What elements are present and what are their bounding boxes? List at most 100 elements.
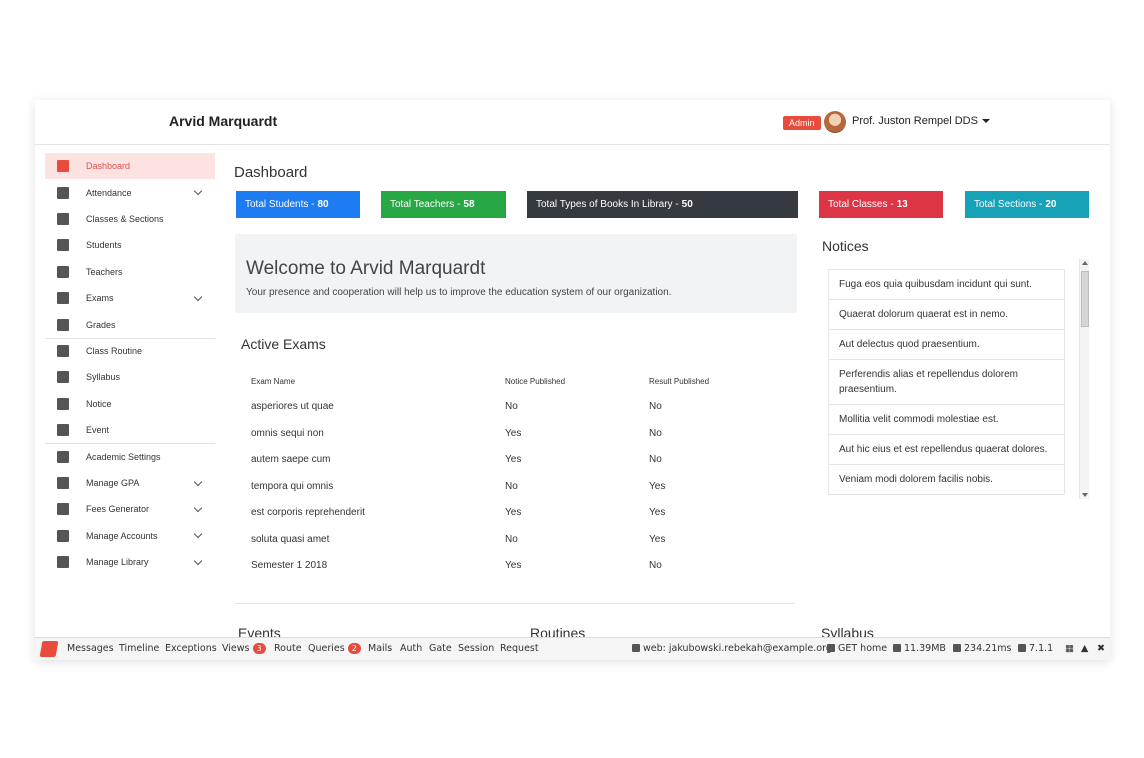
share-icon (827, 644, 835, 652)
library-icon (57, 556, 69, 569)
notice-item[interactable]: Perferendis alias et repellendus dolorem… (828, 360, 1065, 405)
sidebar-item-syllabus[interactable]: Syllabus (45, 364, 215, 390)
debug-memory-text: 11.39MB (904, 643, 946, 654)
stat-value: 50 (681, 199, 693, 210)
sidebar-item-dashboard[interactable]: Dashboard (45, 153, 215, 180)
debug-memory[interactable]: 11.39MB (893, 643, 946, 654)
notices-list[interactable]: Fuga eos quia quibusdam incidunt qui sun… (828, 269, 1088, 501)
table-row: est corporis reprehenderit Yes Yes (251, 507, 781, 527)
result-published: Yes (649, 481, 666, 492)
sidebar-item-label: Class Routine (86, 346, 143, 357)
debugbar-logo-icon[interactable] (39, 641, 59, 657)
close-icon[interactable]: ✖ (1097, 643, 1105, 654)
sidebar-item-attendance[interactable]: Attendance (45, 179, 215, 205)
book-icon (57, 212, 69, 225)
notice-item[interactable]: Quaerat dolorum quaerat est in nemo. (828, 300, 1065, 330)
folder-open-icon[interactable]: ▦ (1065, 643, 1074, 654)
user-avatar[interactable] (824, 111, 846, 133)
debug-tab-session[interactable]: Session (458, 643, 494, 654)
sidebar-item-students[interactable]: Students (45, 232, 215, 258)
debug-route-text: GET home (838, 643, 888, 654)
debug-tab-messages[interactable]: Messages (67, 643, 114, 654)
stat-value: 58 (463, 199, 475, 210)
stat-total-books[interactable]: Total Types of Books In Library - 50 (527, 191, 798, 218)
debug-tab-exceptions[interactable]: Exceptions (165, 643, 217, 654)
sidebar-item-label: Manage Library (86, 557, 149, 568)
section-divider (235, 603, 795, 604)
table-row: tempora qui omnis No Yes (251, 481, 781, 501)
sidebar-item-label: Academic Settings (86, 451, 161, 462)
clipboard-icon (57, 318, 69, 331)
sidebar-item-classes-sections[interactable]: Classes & Sections (45, 206, 215, 232)
notice-item[interactable]: Fuga eos quia quibusdam incidunt qui sun… (828, 269, 1065, 300)
notice-published: Yes (505, 454, 522, 465)
stat-label: Total Types of Books In Library - (536, 199, 679, 210)
gear-icon (57, 450, 69, 463)
debug-toolbar: Messages Timeline Exceptions Views 3 Rout… (35, 637, 1110, 660)
sidebar-item-teachers[interactable]: Teachers (45, 259, 215, 285)
active-exams-title: Active Exams (241, 336, 326, 352)
sidebar-item-academic-settings[interactable]: Academic Settings (45, 443, 215, 469)
debug-tab-auth[interactable]: Auth (400, 643, 422, 654)
notice-item[interactable]: Veniam modi dolorem facilis nobis. (828, 465, 1065, 495)
debug-version-text: 7.1.1 (1029, 643, 1054, 654)
sidebar-item-label: Fees Generator (86, 504, 150, 515)
stat-label: Total Classes - (828, 199, 894, 210)
debug-tab-queries[interactable]: Queries 2 (308, 643, 361, 654)
views-count-badge: 3 (252, 643, 266, 654)
table-row: Semester 1 2018 Yes No (251, 560, 781, 580)
notices-scrollbar[interactable] (1079, 259, 1089, 499)
debug-time[interactable]: 234.21ms (953, 643, 1011, 654)
debug-tab-timeline[interactable]: Timeline (119, 643, 159, 654)
chevron-up-icon[interactable]: ▲ (1081, 643, 1088, 654)
chevron-down-icon (193, 530, 203, 539)
result-published: Yes (649, 507, 666, 518)
sidebar-item-event[interactable]: Event (45, 417, 215, 443)
chevron-down-icon (193, 503, 203, 513)
sidebar-item-label: Notice (86, 398, 112, 409)
notice-published: No (505, 534, 518, 545)
debug-tab-request[interactable]: Request (500, 643, 539, 654)
debug-version[interactable]: 7.1.1 (1018, 643, 1053, 654)
sidebar-item-manage-gpa[interactable]: Manage GPA (45, 470, 215, 496)
scroll-thumb[interactable] (1081, 271, 1089, 327)
sidebar-item-manage-library[interactable]: Manage Library (45, 549, 215, 575)
user-name: Prof. Juston Rempel DDS (852, 115, 978, 127)
notice-item[interactable]: Aut hic eius et est repellendus quaerat … (828, 435, 1065, 465)
stat-total-classes[interactable]: Total Classes - 13 (819, 191, 943, 218)
sidebar-item-class-routine[interactable]: Class Routine (45, 337, 215, 364)
debug-tab-route[interactable]: Route (274, 643, 302, 654)
notice-item[interactable]: Mollitia velit commodi molestiae est. (828, 405, 1065, 435)
stat-total-students[interactable]: Total Students - 80 (236, 191, 360, 218)
debug-user[interactable]: web: jakubowski.rebekah@example.org (632, 643, 832, 654)
top-navbar: Arvid Marquardt Admin Prof. Juston Rempe… (35, 100, 1110, 145)
sidebar-item-label: Students (86, 240, 122, 251)
sidebar-item-exams[interactable]: Exams (45, 285, 215, 311)
dollar-icon (57, 503, 69, 516)
stat-value: 80 (317, 199, 329, 210)
column-header: Result Published (649, 377, 710, 386)
debug-tab-views[interactable]: Views 3 (222, 643, 266, 654)
exam-name: Semester 1 2018 (251, 560, 328, 571)
debug-tab-mails[interactable]: Mails (368, 643, 392, 654)
scroll-up-icon[interactable] (1082, 261, 1088, 265)
sidebar-item-grades[interactable]: Grades (45, 311, 215, 337)
result-published: No (649, 401, 662, 412)
sidebar-item-label: Attendance (86, 187, 132, 198)
debug-tab-gate[interactable]: Gate (429, 643, 452, 654)
role-badge: Admin (783, 116, 821, 130)
app-title[interactable]: Arvid Marquardt (169, 113, 277, 129)
debug-route[interactable]: GET home (827, 643, 887, 654)
stat-total-teachers[interactable]: Total Teachers - 58 (381, 191, 506, 218)
result-published: No (649, 454, 662, 465)
stat-total-sections[interactable]: Total Sections - 20 (965, 191, 1089, 218)
sidebar-item-fees-generator[interactable]: Fees Generator (45, 496, 215, 522)
scroll-down-icon[interactable] (1082, 493, 1088, 497)
notice-published: Yes (505, 428, 522, 439)
sidebar-item-notice[interactable]: Notice (45, 391, 215, 417)
user-menu-toggle[interactable]: Prof. Juston Rempel DDS (852, 115, 990, 127)
sidebar-item-manage-accounts[interactable]: Manage Accounts (45, 522, 215, 548)
notice-item[interactable]: Aut delectus quod praesentium. (828, 330, 1065, 360)
notice-published: No (505, 481, 518, 492)
caret-down-icon (981, 119, 990, 124)
